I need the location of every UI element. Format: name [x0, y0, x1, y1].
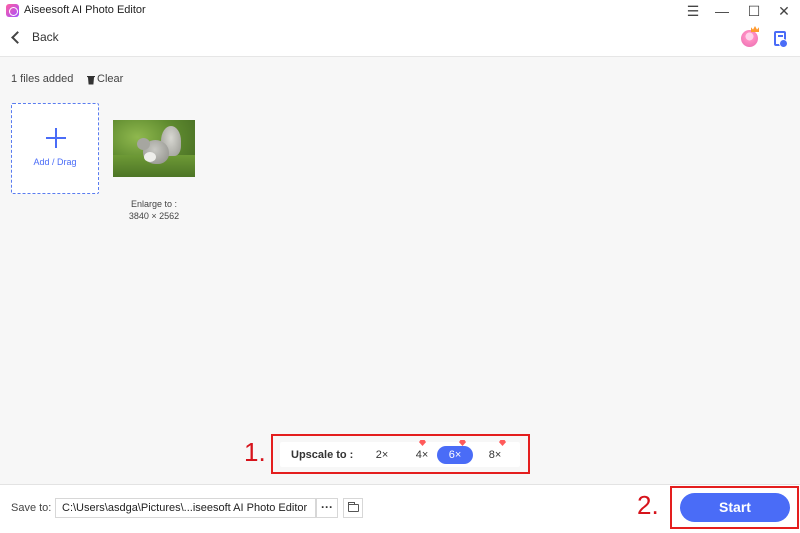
save-to-label: Save to:	[11, 502, 52, 514]
open-folder-button[interactable]	[343, 498, 363, 518]
chevron-left-icon	[11, 30, 24, 44]
user-avatar-icon[interactable]	[741, 30, 758, 47]
maximize-button[interactable]: ☐	[738, 0, 770, 22]
add-drag-box[interactable]: Add / Drag	[11, 103, 99, 194]
upscale-option-6x[interactable]: 6×	[437, 446, 473, 464]
folder-icon	[348, 502, 359, 512]
image-thumbnail[interactable]	[113, 120, 195, 177]
upscale-option-2x[interactable]: 2×	[364, 446, 400, 464]
header: Back	[0, 22, 800, 57]
enlarge-dimensions: 3840 × 2562	[128, 211, 180, 221]
trash-icon	[87, 75, 95, 85]
enlarge-info: Enlarge to : 3840 × 2562	[113, 198, 195, 222]
plus-icon	[46, 128, 66, 148]
step-1-annotation: 1.	[244, 437, 266, 467]
step-2-annotation: 2.	[637, 490, 659, 520]
start-button[interactable]: Start	[680, 493, 790, 522]
upscale-selector: Upscale to : 2× 4× 6× 8×	[280, 440, 520, 467]
clear-label: Clear	[97, 73, 124, 85]
upscale-option-4x[interactable]: 4×	[404, 446, 440, 464]
upscale-highlight: Upscale to : 2× 4× 6× 8×	[271, 434, 530, 474]
close-button[interactable]: ✕	[768, 0, 800, 22]
save-path-field[interactable]: C:\Users\asdga\Pictures\...iseesoft AI P…	[55, 498, 316, 518]
crown-icon	[751, 26, 759, 32]
files-count: 1 files added	[11, 73, 74, 85]
upscale-label: Upscale to :	[291, 449, 354, 461]
clear-button[interactable]: Clear	[87, 73, 123, 85]
start-highlight: Start	[670, 486, 799, 529]
enlarge-label: Enlarge to :	[130, 199, 178, 209]
task-list-icon[interactable]	[774, 31, 788, 48]
upscale-option-8x[interactable]: 8×	[477, 446, 513, 464]
more-options-button[interactable]: ···	[316, 498, 338, 518]
title-bar: Aiseesoft AI Photo Editor ☰ — ☐ ✕	[0, 0, 800, 22]
app-logo-icon	[6, 4, 19, 17]
back-button[interactable]: Back	[10, 30, 59, 44]
menu-icon[interactable]: ☰	[677, 0, 709, 22]
window-title: Aiseesoft AI Photo Editor	[24, 4, 146, 16]
add-drag-label: Add / Drag	[33, 157, 77, 167]
back-label: Back	[32, 30, 59, 44]
minimize-button[interactable]: —	[706, 0, 738, 22]
